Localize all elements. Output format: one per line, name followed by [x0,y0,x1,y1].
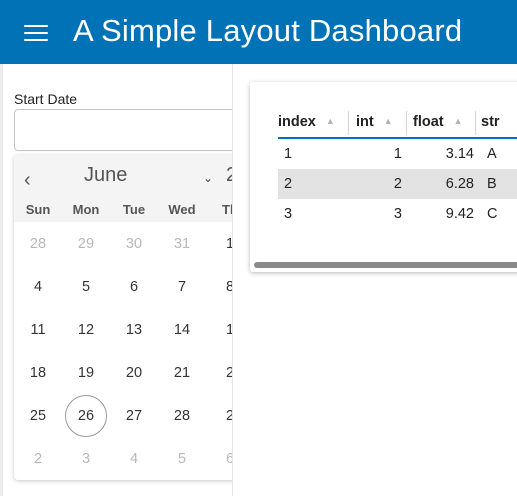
table-cell: 3 [393,206,402,222]
sidebar: Start Date ‹ June ⌄ 2 SunMonTueWedTh 282… [0,64,233,496]
calendar-day[interactable]: 2 [208,352,232,394]
calendar-day[interactable]: 8 [208,266,232,308]
main-content: index ▲ int ▲ float ▲ str 1 1 3.14 A 2 2 6.28 B 3 3 9.42… [234,64,517,496]
calendar-header: ‹ June ⌄ 2 Sun Mon Tue Wed Th [14,155,232,222]
column-header-label: int [356,114,374,130]
weekday-header: Th [222,202,232,217]
calendar-day[interactable]: 7 [160,266,204,308]
table-row[interactable]: 1 1 3.14 A [278,139,517,169]
sort-ascending-icon[interactable]: ▲ [454,116,463,126]
chevron-down-icon[interactable]: ⌄ [203,171,213,185]
calendar-day[interactable]: 31 [160,223,204,265]
column-header-int[interactable]: int ▲ [356,114,393,130]
table-cell: 3.14 [445,146,474,162]
table-row[interactable]: 3 3 9.42 C [278,199,517,229]
column-header-label: float [413,114,444,130]
table-card: index ▲ int ▲ float ▲ str 1 1 3.14 A 2 2 6.28 B 3 3 9.42… [250,82,517,272]
table-row[interactable]: 2 2 6.28 B [278,169,517,199]
column-separator[interactable] [406,111,407,135]
table-cell: 2 [284,176,293,192]
calendar-day[interactable]: 21 [160,352,204,394]
data-table: index ▲ int ▲ float ▲ str 1 1 3.14 A 2 2 6.28 B 3 3 9.42… [278,107,517,229]
page-title: A Simple Layout Dashboard [73,13,463,48]
calendar-day[interactable]: 2 [208,395,232,437]
table-cell: 6.28 [445,176,474,192]
table-cell: A [487,146,497,162]
calendar-popup: ‹ June ⌄ 2 SunMonTueWedTh 28293031145678… [14,155,232,480]
calendar-day[interactable]: 1 [208,223,232,265]
calendar-day[interactable]: 19 [64,352,108,394]
weekday-header: Tue [122,202,146,217]
calendar-day[interactable]: 3 [64,438,108,480]
calendar-day[interactable]: 6 [208,438,232,480]
weekday-header: Mon [72,202,100,217]
calendar-day[interactable]: 29 [64,223,108,265]
calendar-day[interactable]: 6 [112,266,156,308]
table-cell: C [487,206,498,222]
calendar-day[interactable]: 1 [208,309,232,351]
calendar-day[interactable]: 20 [112,352,156,394]
column-header-label: index [278,114,316,130]
column-separator[interactable] [348,111,349,135]
column-header-index[interactable]: index ▲ [278,114,335,130]
start-date-label: Start Date [14,91,78,107]
table-cell: B [487,176,497,192]
calendar-day[interactable]: 28 [160,395,204,437]
table-cell: 9.42 [445,206,474,222]
table-cell: 2 [393,176,402,192]
calendar-day[interactable]: 12 [64,309,108,351]
calendar-day[interactable]: 30 [112,223,156,265]
table-cell: 1 [284,146,293,162]
calendar-day[interactable]: 4 [16,266,60,308]
calendar-day[interactable]: 2 [16,438,60,480]
calendar-day[interactable]: 27 [112,395,156,437]
calendar-day[interactable]: 14 [160,309,204,351]
column-separator[interactable] [475,111,476,135]
hamburger-menu-icon[interactable] [24,25,48,41]
calendar-day[interactable]: 5 [64,266,108,308]
column-header-float[interactable]: float ▲ [413,114,463,130]
start-date-input[interactable] [14,109,232,151]
table-cell: 3 [284,206,293,222]
chevron-left-icon[interactable]: ‹ [24,170,44,190]
weekday-header: Wed [168,202,196,217]
table-cell: 1 [393,146,402,162]
calendar-day[interactable]: 18 [16,352,60,394]
column-header-str[interactable]: str [481,114,500,130]
calendar-day[interactable]: 4 [112,438,156,480]
table-body: 1 1 3.14 A 2 2 6.28 B 3 3 9.42 C [278,139,517,229]
calendar-day[interactable]: 11 [16,309,60,351]
calendar-month[interactable]: June [84,164,127,187]
calendar-day[interactable]: 25 [16,395,60,437]
calendar-day[interactable]: 13 [112,309,156,351]
dashboard-page: A Simple Layout Dashboard Start Date ‹ J… [0,0,517,496]
weekday-header: Sun [25,202,51,217]
horizontal-scrollbar[interactable] [254,262,517,268]
table-header-row: index ▲ int ▲ float ▲ str [278,107,517,139]
app-header: A Simple Layout Dashboard [0,0,517,64]
calendar-day[interactable]: 5 [160,438,204,480]
sort-ascending-icon[interactable]: ▲ [384,116,393,126]
calendar-day[interactable]: 28 [16,223,60,265]
sort-ascending-icon[interactable]: ▲ [326,116,335,126]
sidebar-edge [0,64,3,496]
calendar-year[interactable]: 2 [226,164,232,187]
column-header-label: str [481,114,500,130]
calendar-day-today[interactable]: 26 [65,395,107,437]
